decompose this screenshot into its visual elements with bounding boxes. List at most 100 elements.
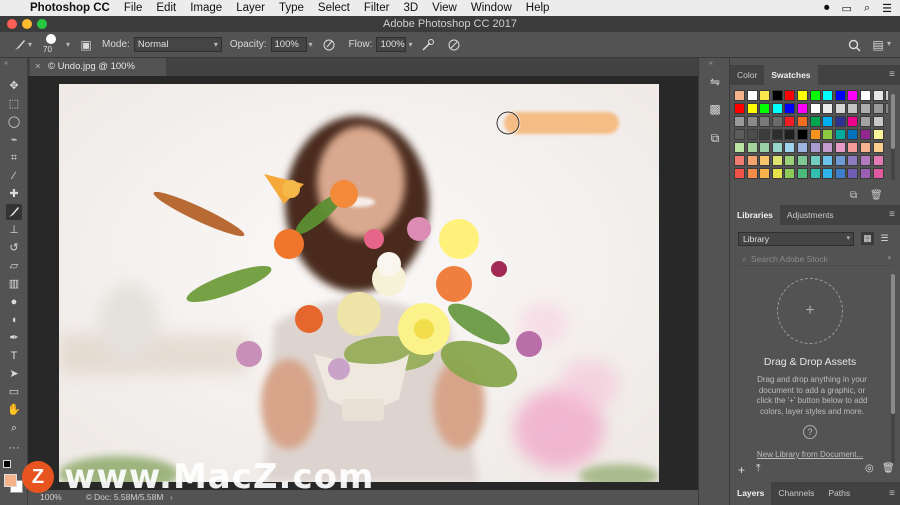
document-image[interactable] bbox=[59, 84, 659, 482]
color-swatch[interactable] bbox=[746, 129, 758, 140]
clone-source-panel-icon[interactable]: ⧉ bbox=[707, 130, 723, 146]
tab-libraries[interactable]: Libraries bbox=[730, 205, 780, 225]
help-icon[interactable]: ? bbox=[803, 425, 817, 439]
color-swatch[interactable] bbox=[822, 168, 834, 179]
color-swatch[interactable] bbox=[797, 129, 808, 140]
color-swatch[interactable] bbox=[809, 142, 821, 153]
color-swatch[interactable] bbox=[809, 168, 821, 179]
color-swatch[interactable] bbox=[872, 116, 884, 127]
drop-zone[interactable]: + bbox=[777, 278, 843, 344]
document-tab[interactable]: × © Undo.jpg @ 100% (RGB/8) bbox=[30, 58, 166, 90]
tab-swatches[interactable]: Swatches bbox=[764, 65, 818, 85]
color-swatch[interactable] bbox=[847, 155, 859, 166]
pressure-opacity-icon[interactable] bbox=[321, 37, 337, 53]
color-swatch[interactable] bbox=[734, 90, 745, 101]
history-brush-tool-icon[interactable]: ↺ bbox=[6, 240, 22, 256]
color-swatch[interactable] bbox=[759, 90, 771, 101]
gradient-tool-icon[interactable]: ▥ bbox=[6, 276, 22, 292]
chevron-down-icon[interactable]: ▾ bbox=[408, 40, 412, 49]
healing-brush-tool-icon[interactable]: ✚ bbox=[6, 186, 22, 202]
color-swatch[interactable] bbox=[834, 142, 846, 153]
library-select[interactable]: Library ▾ bbox=[738, 232, 854, 246]
color-swatch[interactable] bbox=[860, 90, 871, 101]
color-swatch[interactable] bbox=[759, 155, 771, 166]
color-swatch[interactable] bbox=[797, 155, 808, 166]
color-swatch[interactable] bbox=[822, 142, 834, 153]
color-swatch[interactable] bbox=[809, 116, 821, 127]
collapse-icon[interactable]: » bbox=[4, 60, 8, 67]
airbrush-icon[interactable] bbox=[420, 37, 436, 53]
color-swatch[interactable] bbox=[771, 155, 783, 166]
color-swatch[interactable] bbox=[834, 90, 846, 101]
tab-color[interactable]: Color bbox=[730, 65, 764, 85]
menu-file[interactable]: File bbox=[124, 2, 143, 14]
color-swatch[interactable] bbox=[759, 116, 771, 127]
color-swatch[interactable] bbox=[860, 103, 871, 114]
chevron-down-icon[interactable]: ▾ bbox=[28, 40, 32, 49]
color-swatch[interactable] bbox=[771, 90, 783, 101]
menu-3d[interactable]: 3D bbox=[403, 2, 418, 14]
upload-icon[interactable]: ⤒ bbox=[756, 463, 760, 474]
stock-search-input[interactable]: ⌕ Search Adobe Stock ▾ bbox=[738, 252, 894, 266]
close-window-button[interactable] bbox=[7, 19, 17, 29]
color-swatch[interactable] bbox=[734, 103, 745, 114]
color-swatch[interactable] bbox=[797, 90, 808, 101]
color-swatch[interactable] bbox=[872, 155, 884, 166]
workspace-icon[interactable]: ▤ bbox=[870, 37, 886, 53]
brush-tool-preset-icon[interactable] bbox=[12, 37, 28, 53]
color-swatch[interactable] bbox=[834, 155, 846, 166]
color-swatch[interactable] bbox=[847, 103, 859, 114]
color-swatch[interactable] bbox=[872, 142, 884, 153]
opacity-field[interactable]: 100% bbox=[270, 37, 307, 52]
color-swatch[interactable] bbox=[834, 116, 846, 127]
color-swatch[interactable] bbox=[784, 129, 796, 140]
color-swatch[interactable] bbox=[797, 142, 808, 153]
tab-adjustments[interactable]: Adjustments bbox=[780, 205, 841, 225]
color-swatch[interactable] bbox=[809, 90, 821, 101]
color-swatch[interactable] bbox=[746, 168, 758, 179]
collapse-icon[interactable]: « bbox=[709, 60, 713, 67]
menu-filter[interactable]: Filter bbox=[364, 2, 390, 14]
color-swatch[interactable] bbox=[872, 103, 884, 114]
color-swatch[interactable] bbox=[822, 116, 834, 127]
trash-icon[interactable]: 🗑 bbox=[882, 463, 895, 474]
color-swatch[interactable] bbox=[771, 103, 783, 114]
pen-tool-icon[interactable]: ✒ bbox=[6, 330, 22, 346]
scroll-thumb[interactable] bbox=[891, 94, 895, 149]
color-swatch[interactable] bbox=[834, 103, 846, 114]
color-swatch[interactable] bbox=[784, 103, 796, 114]
color-swatch[interactable] bbox=[759, 103, 771, 114]
color-swatch[interactable] bbox=[734, 168, 745, 179]
color-swatch[interactable] bbox=[872, 168, 884, 179]
color-swatch[interactable] bbox=[746, 103, 758, 114]
panel-menu-icon[interactable]: ≡ bbox=[889, 482, 895, 505]
color-swatch[interactable] bbox=[860, 116, 871, 127]
color-swatch[interactable] bbox=[885, 103, 888, 114]
list-view-icon[interactable]: ☰ bbox=[878, 232, 891, 245]
color-swatch[interactable] bbox=[784, 116, 796, 127]
chevron-down-icon[interactable]: ▾ bbox=[309, 40, 313, 49]
marquee-tool-icon[interactable]: ⬚ bbox=[6, 96, 22, 112]
search-spotlight-icon[interactable]: ⌕ bbox=[864, 2, 870, 15]
default-colors-icon[interactable] bbox=[3, 460, 11, 468]
chevron-down-icon[interactable]: ▾ bbox=[887, 252, 891, 266]
tab-paths[interactable]: Paths bbox=[821, 482, 857, 505]
panel-menu-icon[interactable]: ≡ bbox=[889, 65, 895, 85]
blur-tool-icon[interactable]: ● bbox=[6, 294, 22, 310]
scroll-thumb[interactable] bbox=[891, 274, 895, 414]
color-swatch[interactable] bbox=[746, 116, 758, 127]
color-swatch[interactable] bbox=[759, 129, 771, 140]
color-swatch[interactable] bbox=[797, 116, 808, 127]
move-tool-icon[interactable]: ✥ bbox=[6, 78, 22, 94]
screen-record-icon[interactable]: ⏺ bbox=[824, 2, 830, 15]
color-swatch[interactable] bbox=[860, 129, 871, 140]
zoom-window-button[interactable] bbox=[37, 19, 47, 29]
trash-icon[interactable]: 🗑 bbox=[870, 190, 883, 201]
color-swatch[interactable] bbox=[847, 129, 859, 140]
color-swatch[interactable] bbox=[847, 168, 859, 179]
color-swatch[interactable] bbox=[784, 90, 796, 101]
color-swatch[interactable] bbox=[872, 129, 884, 140]
minimize-window-button[interactable] bbox=[22, 19, 32, 29]
color-swatch[interactable] bbox=[771, 129, 783, 140]
color-swatch[interactable] bbox=[734, 116, 745, 127]
